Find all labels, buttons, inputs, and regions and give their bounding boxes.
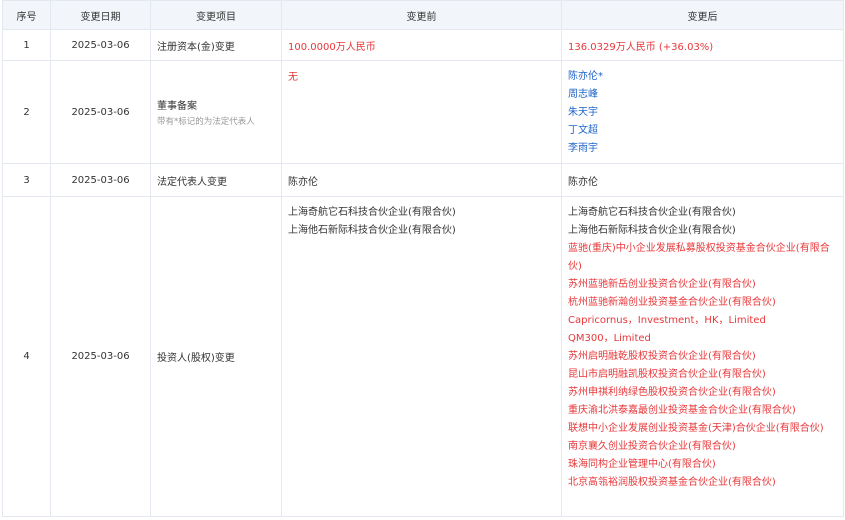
row-item: 投资人(股权)变更: [150, 196, 282, 517]
investor-link[interactable]: 上海奇航它石科技合伙企业(有限合伙): [288, 204, 555, 222]
added-investor-link[interactable]: 蓝驰(重庆)中小企业发展私募股权投资基金合伙企业(有限合伙): [568, 240, 837, 276]
row-date: 2025-03-06: [50, 163, 151, 197]
table-header-row: 序号 变更日期 变更项目 变更前 变更后: [2, 0, 844, 30]
added-investor-link[interactable]: 重庆渝北洪泰嘉最创业投资基金合伙企业(有限合伙): [568, 402, 837, 420]
added-investor-link[interactable]: Capricornus，Investment，HK，Limited: [568, 312, 837, 330]
director-link[interactable]: 朱天宇: [568, 104, 837, 122]
header-index: 序号: [2, 0, 51, 30]
table-row: 2 2025-03-06 董事备案 带有*标记的为法定代表人 无 陈亦伦* 周志…: [2, 60, 844, 164]
row-date: 2025-03-06: [50, 196, 151, 517]
added-investor-link[interactable]: 苏州申祺利纳绿色股权投资合伙企业(有限合伙): [568, 384, 837, 402]
table-row: 4 2025-03-06 投资人(股权)变更 上海奇航它石科技合伙企业(有限合伙…: [2, 196, 844, 517]
added-investor-link[interactable]: 北京高瓴裕润股权投资基金合伙企业(有限合伙): [568, 474, 837, 492]
added-investor-link[interactable]: 苏州启明融乾股权投资合伙企业(有限合伙): [568, 348, 837, 366]
row-after-cell: 上海奇航它石科技合伙企业(有限合伙) 上海他石新际科技合伙企业(有限合伙) 蓝驰…: [561, 196, 844, 517]
row-item: 董事备案: [157, 101, 197, 112]
row-after-value[interactable]: 陈亦伦: [561, 163, 844, 197]
table-row: 3 2025-03-06 法定代表人变更 陈亦伦 陈亦伦: [2, 163, 844, 197]
row-item-cell: 董事备案 带有*标记的为法定代表人: [150, 60, 282, 164]
row-date: 2025-03-06: [50, 29, 151, 61]
row-item: 注册资本(金)变更: [150, 29, 282, 61]
added-investor-link[interactable]: 昆山市启明融凯股权投资合伙企业(有限合伙): [568, 366, 837, 384]
row-index: 3: [2, 163, 51, 197]
row-date: 2025-03-06: [50, 60, 151, 164]
added-investor-link[interactable]: 南京襄久创业投资合伙企业(有限合伙): [568, 438, 837, 456]
director-link[interactable]: 周志峰: [568, 86, 837, 104]
legal-rep-note: 带有*标记的为法定代表人: [157, 117, 255, 127]
investor-link[interactable]: 上海奇航它石科技合伙企业(有限合伙): [568, 204, 837, 222]
row-item: 法定代表人变更: [150, 163, 282, 197]
investor-link[interactable]: 上海他石新际科技合伙企业(有限合伙): [568, 222, 837, 240]
table-row: 1 2025-03-06 注册资本(金)变更 100.0000万人民币 136.…: [2, 29, 844, 61]
header-before: 变更前: [281, 0, 562, 30]
investor-link[interactable]: 上海他石新际科技合伙企业(有限合伙): [288, 222, 555, 240]
director-link[interactable]: 李雨宇: [568, 140, 837, 158]
header-change-item: 变更项目: [150, 0, 282, 30]
director-link[interactable]: 陈亦伦*: [568, 68, 837, 86]
header-change-date: 变更日期: [50, 0, 151, 30]
header-after: 变更后: [561, 0, 844, 30]
row-before-value: 100.0000万人民币: [281, 29, 562, 61]
added-investor-link[interactable]: QM300，Limited: [568, 330, 837, 348]
added-investor-link[interactable]: 杭州蓝驰新瀚创业投资基金合伙企业(有限合伙): [568, 294, 837, 312]
row-index: 1: [2, 29, 51, 61]
row-index: 4: [2, 196, 51, 517]
row-after-value: 136.0329万人民币 (+36.03%): [561, 29, 844, 61]
director-list: 陈亦伦* 周志峰 朱天宇 丁文超 李雨宇: [568, 68, 837, 158]
row-index: 2: [2, 60, 51, 164]
row-before-value: 无: [281, 60, 562, 164]
row-before-value[interactable]: 陈亦伦: [281, 163, 562, 197]
row-before-cell: 上海奇航它石科技合伙企业(有限合伙) 上海他石新际科技合伙企业(有限合伙): [281, 196, 562, 517]
added-investor-link[interactable]: 苏州蓝驰新岳创业投资合伙企业(有限合伙): [568, 276, 837, 294]
added-investor-link[interactable]: 联想中小企业发展创业投资基金(天津)合伙企业(有限合伙): [568, 420, 837, 438]
row-after-cell: 陈亦伦* 周志峰 朱天宇 丁文超 李雨宇: [561, 60, 844, 164]
added-investor-link[interactable]: 珠海同构企业管理中心(有限合伙): [568, 456, 837, 474]
director-link[interactable]: 丁文超: [568, 122, 837, 140]
change-records-table: 序号 变更日期 变更项目 变更前 变更后 1 2025-03-06 注册资本(金…: [2, 0, 844, 517]
